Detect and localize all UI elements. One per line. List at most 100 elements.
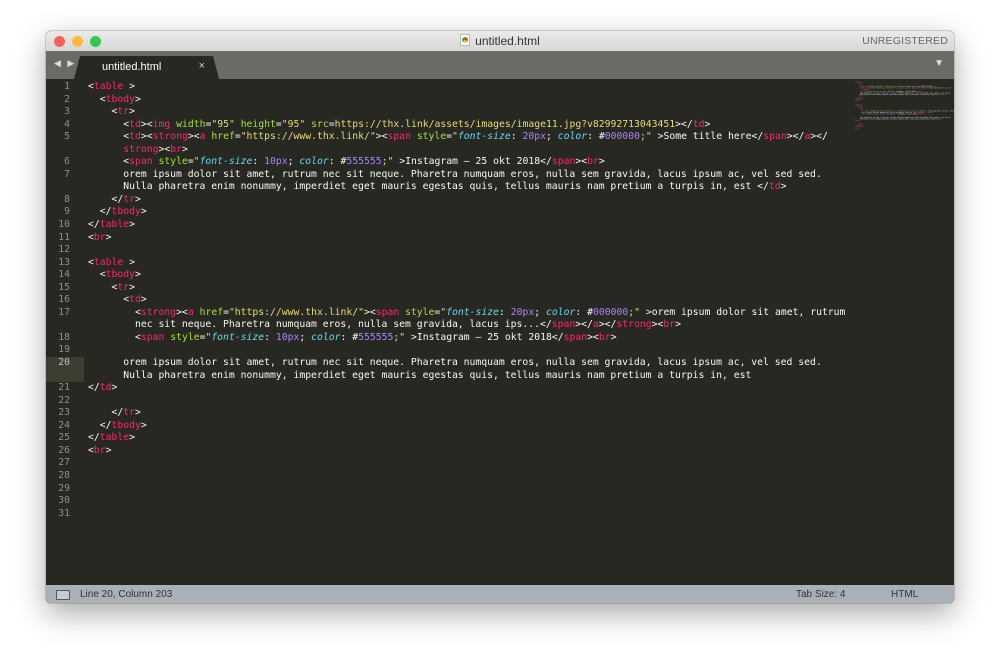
code-line[interactable]: 4 <td><img width="95" height="95" src=ht… <box>46 119 845 132</box>
token-str: ;" <box>393 331 406 343</box>
token-str: ;" <box>639 131 652 143</box>
code-line[interactable]: 9 </tbody> <box>46 206 845 219</box>
code-line[interactable]: 12 <box>46 244 845 257</box>
token-t: < <box>88 269 106 281</box>
line-number: 24 <box>58 419 70 431</box>
token-tag: td <box>129 131 141 143</box>
code-line[interactable]: 29 <box>46 483 845 496</box>
syntax-selector[interactable]: HTML <box>891 589 918 600</box>
line-number: 23 <box>58 407 70 419</box>
code-line[interactable]: 23 </tr> <box>46 407 845 420</box>
tab-bar: ◀ ▶ untitled.html × ▼ <box>46 51 954 79</box>
code-line[interactable]: 25 </table> <box>46 432 845 445</box>
code-line-wrap[interactable]: nec sit neque. Pharetra numquam eros, nu… <box>46 319 845 332</box>
token-t: >< <box>375 131 388 143</box>
code-line[interactable]: 8 </tr> <box>46 194 845 207</box>
code-line[interactable]: 13<table > <box>46 257 845 270</box>
token-tag: tr <box>117 281 130 293</box>
code-line[interactable]: 16 <td> <box>46 294 845 307</box>
token-t: ></ <box>575 319 593 331</box>
code-line-wrap[interactable]: Nulla pharetra enim nonummy, imperdiet e… <box>46 181 845 194</box>
token-tag: span <box>763 131 787 143</box>
tab-close-icon[interactable]: × <box>199 60 205 72</box>
token-tag: img <box>152 118 171 130</box>
code-line[interactable]: 5 <td><strong><a href="https://www.thx.l… <box>46 131 845 144</box>
token-t: > <box>129 281 135 293</box>
code-line[interactable]: 18 <span style="font-size: 10px; color: … <box>46 332 845 345</box>
code-line[interactable]: 26<br> <box>46 445 845 458</box>
code-line[interactable]: 30 <box>46 495 845 508</box>
token-tag: span <box>140 331 165 343</box>
code-line[interactable]: 21 </td> <box>46 382 845 395</box>
token-t: ; <box>287 156 300 168</box>
code-line[interactable]: 31 <box>46 508 845 521</box>
line-number: 25 <box>58 432 70 444</box>
code-line[interactable]: 3 <tr> <box>46 106 845 119</box>
token-t: > <box>129 106 135 118</box>
token-num: 000000 <box>592 306 629 318</box>
code-line-wrap[interactable]: Nulla pharetra enim nonummy, imperdiet e… <box>46 369 845 383</box>
token-tag: tr <box>123 193 135 205</box>
token-t: orem ipsum dolor sit amet, rutrum nec si… <box>88 357 822 369</box>
token-t: > <box>598 156 605 168</box>
status-bar: Line 20, Column 203 Tab Size: 4 HTML <box>46 585 954 603</box>
code-line[interactable]: 11<br> <box>46 232 845 245</box>
code-line[interactable]: 27 <box>46 457 845 470</box>
line-number: 13 <box>58 256 70 268</box>
code-line[interactable]: 28 <box>46 470 845 483</box>
token-t: </ <box>88 382 100 394</box>
tab-nav-arrows-icon[interactable]: ◀ ▶ <box>54 58 76 69</box>
token-t: > <box>129 219 135 231</box>
token-tag: tbody <box>111 206 141 218</box>
token-t: > <box>181 143 188 155</box>
code-area[interactable]: 1 <table >2 <tbody> 3 <tr> 4 <td><img width… <box>46 81 845 520</box>
token-t: ; <box>546 131 558 143</box>
token-t: : # <box>575 306 593 318</box>
token-t: > <box>105 444 112 456</box>
code-line[interactable]: 19 <box>46 344 845 357</box>
code-line[interactable]: 6 <span style="font-size: 10px; color: #… <box>46 156 845 169</box>
window-title: untitled.html <box>46 34 954 48</box>
token-tag: td <box>692 118 705 130</box>
token-ital: color <box>299 156 329 168</box>
code-line[interactable]: 7 orem ipsum dolor sit amet, rutrum nec … <box>46 169 845 182</box>
token-t: < <box>88 131 130 143</box>
token-t: >Instagram – 25 okt 2018</ <box>393 156 552 168</box>
code-line[interactable]: 2 <tbody> <box>46 94 845 107</box>
code-line[interactable]: 1<table > <box>46 81 845 94</box>
token-attr: href <box>199 306 224 318</box>
panel-toggle-icon[interactable] <box>56 590 70 600</box>
line-number: 28 <box>58 469 70 481</box>
line-number: 9 <box>64 206 70 218</box>
minimap[interactable]: 1<table >2 <tbody>3 <tr>4 <td><img width… <box>854 79 954 585</box>
token-num: 10px <box>275 331 300 343</box>
token-t: < <box>88 281 118 293</box>
code-line[interactable]: 20 orem ipsum dolor sit amet, rutrum nec… <box>46 357 845 370</box>
token-t <box>88 144 123 155</box>
code-line[interactable]: 10 </table> <box>46 219 845 232</box>
code-line[interactable]: 22 <box>46 395 845 408</box>
tab-size-selector[interactable]: Tab Size: 4 <box>796 589 845 600</box>
code-editor[interactable]: 1 <table >2 <tbody> 3 <tr> 4 <td><img width… <box>46 79 954 585</box>
token-tag: span <box>551 319 576 331</box>
token-tag: span <box>375 306 400 318</box>
token-t: < <box>88 294 130 306</box>
tab-untitled-html[interactable]: untitled.html × <box>74 56 219 79</box>
token-attr: src <box>311 118 329 130</box>
code-line[interactable]: 14 <tbody> <box>46 269 845 282</box>
code-line[interactable]: 17 <strong><a href="https://www.thx.link… <box>46 307 845 320</box>
token-tag: br <box>663 319 676 331</box>
code-line[interactable]: 15 <tr> <box>46 282 845 295</box>
tab-menu-chevron-down-icon[interactable]: ▼ <box>934 58 944 69</box>
code-line[interactable]: 31 <box>854 136 954 138</box>
token-t: >< <box>140 131 153 143</box>
line-number: 17 <box>58 306 70 318</box>
token-tag: td <box>129 118 141 130</box>
token-t: ; <box>534 306 546 318</box>
code-line-wrap[interactable]: strong><br> <box>46 144 845 157</box>
code-line[interactable]: 24 </tbody> <box>46 420 845 433</box>
token-attr: style <box>416 131 447 143</box>
editor-window: untitled.html UNREGISTERED ◀ ▶ untitled.… <box>46 31 954 603</box>
token-t: > <box>780 181 787 193</box>
token-t: : # <box>587 131 605 143</box>
